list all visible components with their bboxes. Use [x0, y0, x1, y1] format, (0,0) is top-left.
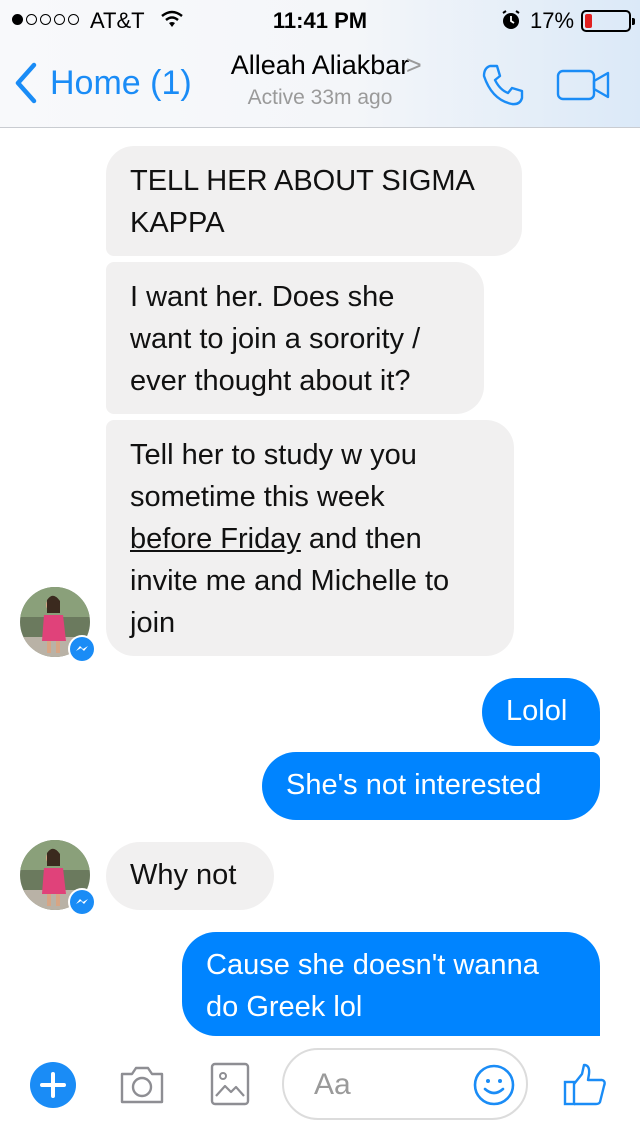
- message-text: and then: [300, 523, 422, 555]
- more-actions-button[interactable]: [30, 1062, 76, 1108]
- message-line: ever thought about it?: [130, 365, 411, 397]
- emoji-icon: [473, 1064, 515, 1106]
- camera-button[interactable]: [118, 1064, 166, 1111]
- active-status: Active 33m ago: [247, 86, 393, 109]
- message-line: join: [130, 607, 176, 639]
- contact-name-button[interactable]: Alleah Aliakbar >: [200, 50, 440, 81]
- message-input-placeholder: Aa: [314, 1068, 351, 1101]
- messenger-badge-icon: [68, 888, 96, 916]
- message-line: before Friday and then: [130, 518, 490, 560]
- plus-icon: [40, 1072, 66, 1098]
- contact-name: Alleah Aliakbar: [230, 50, 410, 80]
- chevron-left-icon: [15, 62, 37, 104]
- message-line: She's not interested: [286, 769, 542, 801]
- battery-percentage: 17%: [530, 8, 575, 33]
- camera-icon: [120, 1066, 164, 1104]
- status-bar: AT&T 11:41 PM 17%: [0, 0, 640, 40]
- composer-bar: Aa: [0, 1036, 640, 1136]
- chat-header: AT&T 11:41 PM 17% Home (1) Alleah Aliakb…: [0, 0, 640, 128]
- phone-icon: [482, 64, 524, 106]
- message-line: sometime this week: [130, 481, 385, 513]
- phone-call-button[interactable]: [480, 62, 526, 113]
- image-icon: [210, 1062, 250, 1106]
- emoji-button[interactable]: [472, 1063, 516, 1112]
- message-bubble[interactable]: I want her. Does she want to join a soro…: [106, 262, 484, 414]
- back-button[interactable]: Home (1): [14, 62, 192, 104]
- video-camera-icon: [556, 69, 610, 101]
- alarm-icon: [500, 9, 522, 37]
- back-label: Home (1): [50, 63, 192, 102]
- message-bubble[interactable]: Cause she doesn't wanna do Greek lol: [182, 932, 600, 1036]
- message-bubble[interactable]: She's not interested: [262, 752, 600, 820]
- message-line: TELL HER ABOUT SIGMA: [130, 165, 475, 197]
- messenger-badge-icon: [68, 635, 96, 663]
- message-line: Tell her to study w you: [130, 439, 417, 471]
- message-bubble[interactable]: TELL HER ABOUT SIGMA KAPPA: [106, 146, 522, 256]
- chevron-right-icon: >: [406, 50, 422, 80]
- message-bubble[interactable]: Why not: [106, 842, 274, 910]
- message-line: KAPPA: [130, 207, 225, 239]
- like-button[interactable]: [562, 1062, 608, 1113]
- message-line: invite me and Michelle to: [130, 565, 450, 597]
- message-line: Why not: [130, 859, 237, 891]
- message-line: Lolol: [506, 695, 568, 727]
- thumbs-up-icon: [563, 1063, 606, 1106]
- message-line: I want her. Does she: [130, 281, 395, 313]
- date-link[interactable]: before Friday: [130, 523, 301, 555]
- message-line: do Greek lol: [206, 991, 363, 1023]
- battery-level-fill: [585, 14, 592, 28]
- message-line: want to join a sorority /: [130, 323, 421, 355]
- message-input[interactable]: Aa: [282, 1048, 528, 1120]
- battery-icon: [581, 10, 635, 32]
- video-call-button[interactable]: [556, 68, 612, 107]
- message-bubble[interactable]: Tell her to study w you sometime this we…: [106, 420, 514, 656]
- message-bubble[interactable]: Lolol: [482, 678, 600, 746]
- message-line: Cause she doesn't wanna: [206, 949, 539, 981]
- gallery-button[interactable]: [210, 1062, 250, 1111]
